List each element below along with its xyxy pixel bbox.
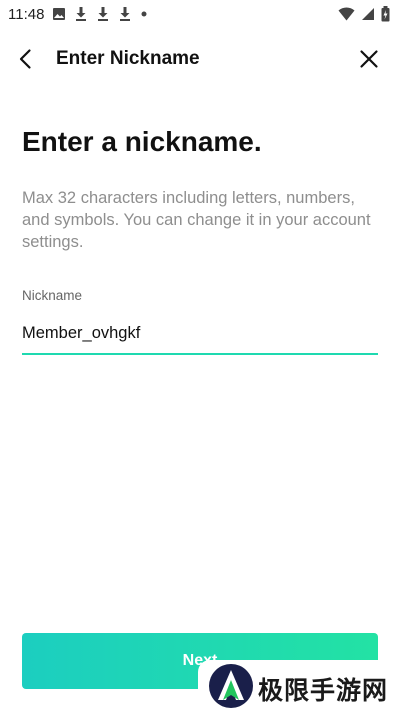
watermark: 极限手游网	[198, 660, 400, 711]
description: Max 32 characters including letters, num…	[22, 189, 371, 251]
download-icon	[98, 7, 109, 21]
signal-icon	[362, 8, 374, 20]
status-bar: 11:48	[0, 0, 400, 28]
close-icon	[360, 50, 378, 68]
back-button[interactable]	[14, 47, 38, 71]
image-icon	[53, 8, 66, 20]
battery-icon	[381, 6, 390, 22]
nickname-label: Nickname	[22, 288, 83, 303]
nickname-input[interactable]	[22, 318, 377, 348]
notification-icons	[52, 6, 148, 22]
watermark-text: 极限手游网	[258, 676, 389, 705]
download-icon	[120, 7, 131, 21]
watermark-logo-icon	[209, 664, 253, 708]
wifi-icon	[338, 7, 355, 21]
page-title: Enter Nickname	[56, 48, 200, 69]
status-right	[338, 6, 390, 22]
close-button[interactable]	[357, 47, 381, 71]
heading: Enter a nickname.	[22, 126, 262, 157]
dot-icon	[141, 11, 147, 17]
status-left: 11:48	[8, 6, 148, 23]
app-bar: Enter Nickname	[0, 38, 400, 80]
status-time: 11:48	[8, 5, 45, 23]
download-icon	[76, 7, 87, 21]
nickname-underline	[22, 353, 378, 355]
chevron-left-icon	[19, 49, 31, 69]
